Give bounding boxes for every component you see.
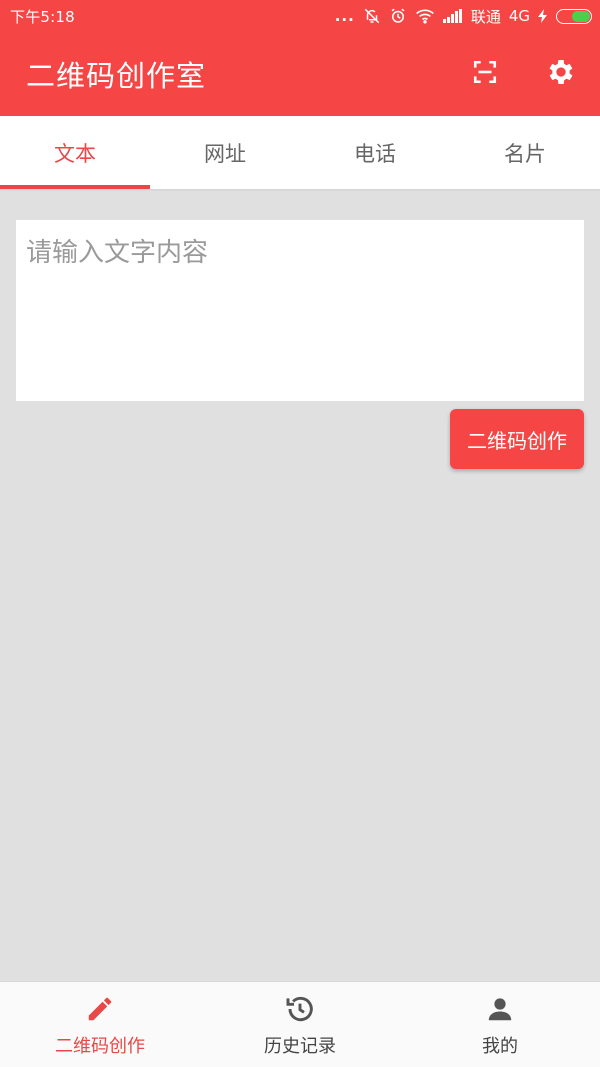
app-bar-actions: [468, 57, 578, 91]
status-time: 下午5:18: [10, 7, 75, 26]
app-screen: 下午5:18 ... 联通 4G 二维码创作室 文本 网址 电话 名片 请输入文…: [0, 0, 600, 1067]
nav-item-history[interactable]: 历史记录: [200, 982, 400, 1067]
tab-bar: 文本 网址 电话 名片: [0, 116, 600, 189]
tab-url[interactable]: 网址: [150, 116, 300, 189]
person-icon: [483, 992, 517, 1026]
wifi-icon: [415, 8, 435, 24]
nav-item-create[interactable]: 二维码创作: [0, 982, 200, 1067]
status-icons: ... 联通 4G: [335, 6, 592, 27]
scan-icon: [472, 59, 498, 89]
battery-icon: [556, 8, 592, 24]
settings-button[interactable]: [544, 57, 578, 91]
signal-icon: [442, 9, 463, 23]
nav-label-history: 历史记录: [264, 1035, 336, 1057]
app-title: 二维码创作室: [26, 59, 207, 93]
tab-phone[interactable]: 电话: [300, 116, 450, 189]
text-content-input[interactable]: [16, 220, 584, 401]
bottom-nav: 二维码创作 历史记录 我的: [0, 981, 600, 1067]
tab-text[interactable]: 文本: [0, 116, 150, 189]
app-bar: 二维码创作室: [0, 32, 600, 116]
mute-bell-icon: [363, 7, 381, 25]
gear-icon: [545, 56, 577, 92]
nav-label-create: 二维码创作: [55, 1035, 145, 1057]
more-dots: ...: [334, 7, 355, 25]
nav-label-mine: 我的: [482, 1035, 518, 1057]
status-bar: 下午5:18 ... 联通 4G: [0, 0, 600, 32]
create-qr-button[interactable]: 二维码创作: [450, 409, 584, 469]
scan-button[interactable]: [468, 57, 502, 91]
tab-business-card[interactable]: 名片: [450, 116, 600, 189]
network-type: 4G: [508, 7, 530, 25]
pencil-icon: [83, 992, 117, 1026]
history-icon: [283, 992, 317, 1026]
alarm-icon: [389, 7, 407, 25]
charging-icon: [538, 9, 548, 23]
nav-item-mine[interactable]: 我的: [400, 982, 600, 1067]
battery-level: [572, 10, 590, 22]
carrier-label: 联通: [470, 7, 501, 26]
